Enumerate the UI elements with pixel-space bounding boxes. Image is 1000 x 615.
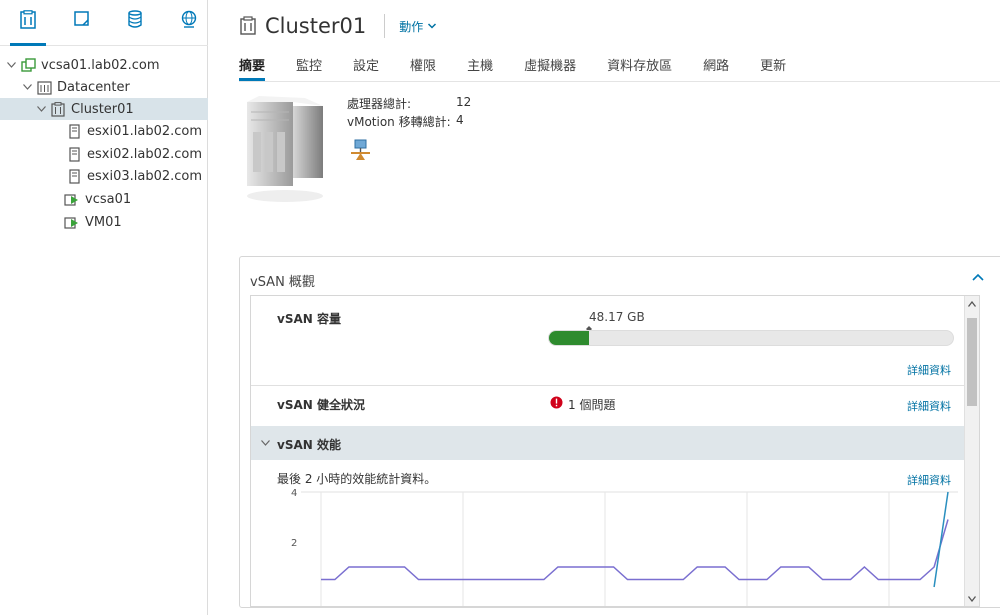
- vsan-capacity-label: vSAN 容量: [277, 312, 341, 326]
- networking-tab[interactable]: [171, 10, 207, 42]
- vcenter-icon: [20, 57, 36, 73]
- tree-item-label: Datacenter: [57, 79, 130, 95]
- tree-item-host[interactable]: esxi01.lab02.com: [66, 120, 202, 142]
- tree-item-vm[interactable]: VM01: [64, 211, 122, 233]
- vms-templates-tab[interactable]: [64, 10, 100, 42]
- tree-item-label: esxi01.lab02.com: [87, 123, 203, 139]
- host-icon: [66, 123, 82, 139]
- vm-icon: [64, 191, 80, 207]
- actions-label: 動作: [399, 19, 424, 34]
- navigator-pane: vcsa01.lab02.com Datacenter Cluster01 es…: [0, 0, 208, 615]
- drs-balance-icon: [351, 139, 370, 160]
- chart-series-line: [321, 519, 949, 581]
- vmotion-total-value: 4: [456, 113, 464, 127]
- tab-datastores[interactable]: 資料存放區: [607, 55, 672, 81]
- vsan-performance-header[interactable]: vSAN 效能: [251, 426, 967, 460]
- tree-item-host[interactable]: esxi03.lab02.com: [66, 165, 202, 187]
- tree-item-datacenter[interactable]: Datacenter: [20, 76, 204, 98]
- tree-item-vcenter[interactable]: vcsa01.lab02.com: [4, 54, 204, 76]
- chevron-down-icon[interactable]: [4, 62, 18, 68]
- tab-hosts[interactable]: 主機: [467, 55, 493, 81]
- cluster-icon: [240, 16, 256, 35]
- error-icon: [550, 396, 563, 409]
- chart-series-line: [933, 491, 949, 588]
- tab-monitor[interactable]: 監控: [296, 55, 322, 81]
- capacity-details-link[interactable]: 詳細資料: [907, 362, 951, 378]
- y-tick-label: 2: [291, 538, 297, 549]
- chevron-down-icon: [428, 23, 437, 29]
- tab-vms[interactable]: 虛擬機器: [524, 55, 576, 81]
- vms-templates-icon: [74, 11, 89, 26]
- tree-item-label: Cluster01: [71, 101, 134, 117]
- main-content: Cluster01 動作 摘要 監控 設定 權限 主機 虛擬機器 資料存放區 網…: [209, 0, 1000, 615]
- vsan-capacity-value: 48.17 GB: [589, 310, 645, 324]
- title-separator: [384, 14, 386, 38]
- scroll-up-icon[interactable]: [968, 301, 976, 307]
- tree-item-label: esxi03.lab02.com: [87, 168, 203, 184]
- tab-networks[interactable]: 網路: [703, 55, 729, 81]
- health-details-link[interactable]: 詳細資料: [907, 398, 951, 414]
- vm-icon: [64, 214, 80, 230]
- tab-permissions[interactable]: 權限: [410, 55, 436, 81]
- cluster-icon: [50, 101, 66, 117]
- tree-item-label: vcsa01: [85, 191, 132, 207]
- object-tabs: 摘要 監控 設定 權限 主機 虛擬機器 資料存放區 網路 更新: [239, 55, 786, 81]
- actions-menu-button[interactable]: 動作: [399, 18, 437, 35]
- chevron-down-icon[interactable]: [20, 84, 34, 90]
- tree-item-vm[interactable]: vcsa01: [64, 188, 131, 210]
- globe-icon: [181, 10, 197, 28]
- navigator-tabs: [0, 0, 208, 46]
- page-title: Cluster01: [265, 14, 367, 38]
- vsan-panel: vSAN 容量 48.17 GB 詳細資料 vSAN 健全狀況 1 個問題 詳細…: [250, 295, 980, 607]
- vsan-overview-card: vSAN 概觀 vSAN 容量 48.17 GB 詳細資料 vSAN 健全狀況 …: [239, 256, 1000, 608]
- cluster-servers-image: [247, 96, 323, 202]
- tabs-divider: [239, 81, 1000, 82]
- scroll-down-icon[interactable]: [968, 596, 976, 602]
- tab-configure[interactable]: 設定: [353, 55, 379, 81]
- tree-item-host[interactable]: esxi02.lab02.com: [66, 143, 202, 165]
- tree-item-label: esxi02.lab02.com: [87, 146, 203, 162]
- storage-icon: [128, 10, 142, 28]
- cpu-total-value: 12: [456, 95, 472, 109]
- host-icon: [66, 146, 82, 162]
- card-title: vSAN 概觀: [250, 275, 315, 290]
- section-divider: [251, 385, 967, 386]
- y-tick-label: 4: [291, 488, 297, 499]
- vmotion-total-label: vMotion 移轉總計:: [347, 115, 451, 129]
- capacity-bar: [548, 330, 954, 346]
- storage-tab[interactable]: [117, 10, 153, 42]
- tree-item-cluster[interactable]: Cluster01: [0, 98, 208, 120]
- tree-item-label: vcsa01.lab02.com: [41, 57, 160, 73]
- chevron-up-icon[interactable]: [972, 270, 984, 285]
- chevron-down-icon[interactable]: [34, 106, 48, 112]
- vsan-health-label: vSAN 健全狀況: [277, 398, 365, 412]
- health-status: 1 個問題: [568, 398, 616, 412]
- object-header: Cluster01 動作: [239, 12, 437, 40]
- tab-summary[interactable]: 摘要: [239, 55, 266, 81]
- panel-scrollbar[interactable]: [964, 296, 979, 606]
- cpu-total-label: 處理器總計:: [347, 97, 412, 111]
- hosts-clusters-tab[interactable]: [10, 10, 46, 46]
- hosts-clusters-icon: [20, 10, 36, 29]
- host-icon: [66, 168, 82, 184]
- vsan-performance-label: vSAN 效能: [277, 438, 341, 452]
- performance-chart: 42: [291, 488, 958, 606]
- chevron-down-icon: [261, 440, 270, 446]
- tree-item-label: VM01: [85, 214, 122, 230]
- datacenter-icon: [36, 79, 52, 95]
- capacity-bar-fill: [549, 331, 589, 345]
- scrollbar-thumb[interactable]: [967, 318, 977, 406]
- tab-updates[interactable]: 更新: [760, 55, 786, 81]
